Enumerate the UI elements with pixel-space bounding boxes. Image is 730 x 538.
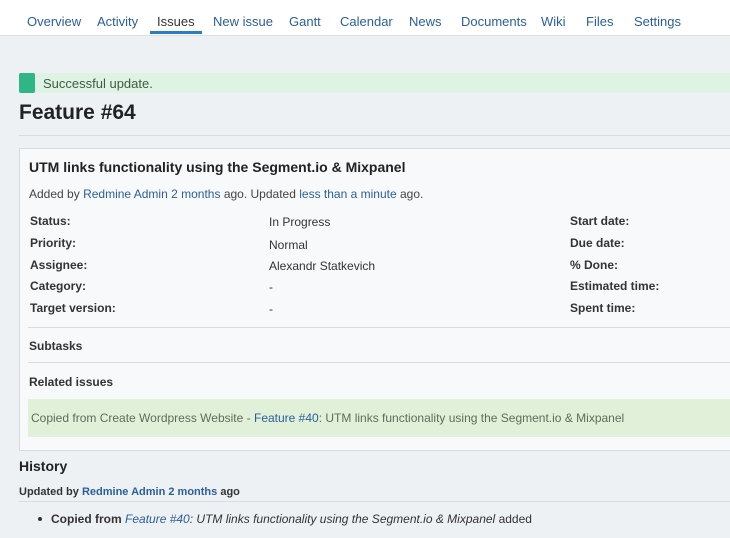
author-link[interactable]: Redmine Admin <box>83 187 168 201</box>
journal-related-title: : UTM links functionality using the Segm… <box>189 512 496 526</box>
target-version-label: Target version: <box>30 301 116 315</box>
spent-time-label: Spent time: <box>570 301 636 315</box>
tab-news[interactable]: News <box>409 14 442 34</box>
journal-divider <box>19 501 730 502</box>
detail-suffix: added <box>498 512 532 526</box>
priority-value: Normal <box>269 238 308 252</box>
success-icon <box>19 73 35 93</box>
ago-updated-text: ago. Updated <box>223 187 296 201</box>
priority-label: Priority: <box>30 236 77 250</box>
target-version-value: - <box>269 302 273 316</box>
relation-text: Copied from Create Wordpress Website - F… <box>31 411 624 425</box>
relation-row: Copied from Create Wordpress Website - F… <box>28 399 730 437</box>
tab-overview[interactable]: Overview <box>27 14 81 34</box>
tab-gantt[interactable]: Gantt <box>289 14 321 34</box>
tab-wiki[interactable]: Wiki <box>541 14 566 34</box>
created-time-link[interactable]: 2 months <box>171 187 220 201</box>
flash-message: Successful update. <box>43 76 153 91</box>
page-title: Feature #64 <box>19 101 136 124</box>
subtasks-title: Subtasks <box>29 339 83 353</box>
issue-subject: UTM links functionality using the Segmen… <box>29 159 406 175</box>
tab-new-issue[interactable]: New issue <box>213 14 273 34</box>
journal-ago-text: ago <box>220 486 240 498</box>
due-date-label: Due date: <box>570 236 625 250</box>
main-menu-tabs: Overview Activity Issues New issue Gantt… <box>0 0 730 36</box>
tab-calendar[interactable]: Calendar <box>340 14 393 34</box>
tab-settings[interactable]: Settings <box>634 14 681 34</box>
flash-notice: Successful update. <box>19 73 730 93</box>
updated-by-text: Updated by <box>19 486 79 498</box>
journal-related-link[interactable]: Feature #40 <box>125 512 190 526</box>
journal-author-link[interactable]: Redmine Admin <box>82 486 165 498</box>
status-label: Status: <box>30 214 71 228</box>
title-divider <box>19 135 730 136</box>
journal-detail-item: Copied from Feature #40: UTM links funct… <box>38 512 532 526</box>
updated-time-link[interactable]: less than a minute <box>299 187 396 201</box>
category-label: Category: <box>30 279 87 293</box>
category-value: - <box>269 280 273 294</box>
related-divider <box>28 362 730 363</box>
estimated-time-label: Estimated time: <box>570 279 660 293</box>
ago-text: ago. <box>399 187 424 201</box>
tab-documents[interactable]: Documents <box>461 14 527 34</box>
journal-header: Updated by Redmine Admin 2 months ago <box>19 486 240 498</box>
assignee-link[interactable]: Alexandr Statkevich <box>269 259 375 273</box>
journal-time-link[interactable]: 2 months <box>168 486 217 498</box>
detail-prefix: Copied from <box>51 512 122 526</box>
issue-details: UTM links functionality using the Segmen… <box>19 148 730 451</box>
start-date-label: Start date: <box>570 214 630 228</box>
tab-issues[interactable]: Issues <box>150 14 202 34</box>
status-value: In Progress <box>269 215 331 229</box>
related-issues-title: Related issues <box>29 375 114 389</box>
tab-activity[interactable]: Activity <box>97 14 138 34</box>
tab-files[interactable]: Files <box>586 14 613 34</box>
relation-subject: : UTM links functionality using the Segm… <box>318 411 625 425</box>
assignee-label: Assignee: <box>30 258 88 272</box>
added-by-text: Added by <box>29 187 80 201</box>
done-ratio-label: % Done: <box>570 258 618 272</box>
relation-prefix: Copied from Create Wordpress Website - <box>31 411 254 425</box>
bullet-icon <box>38 516 42 521</box>
history-title: History <box>19 458 68 474</box>
subtasks-divider <box>28 327 730 328</box>
related-issue-link[interactable]: Feature #40 <box>254 411 319 425</box>
issue-author-line: Added by Redmine Admin 2 months ago. Upd… <box>29 187 423 201</box>
